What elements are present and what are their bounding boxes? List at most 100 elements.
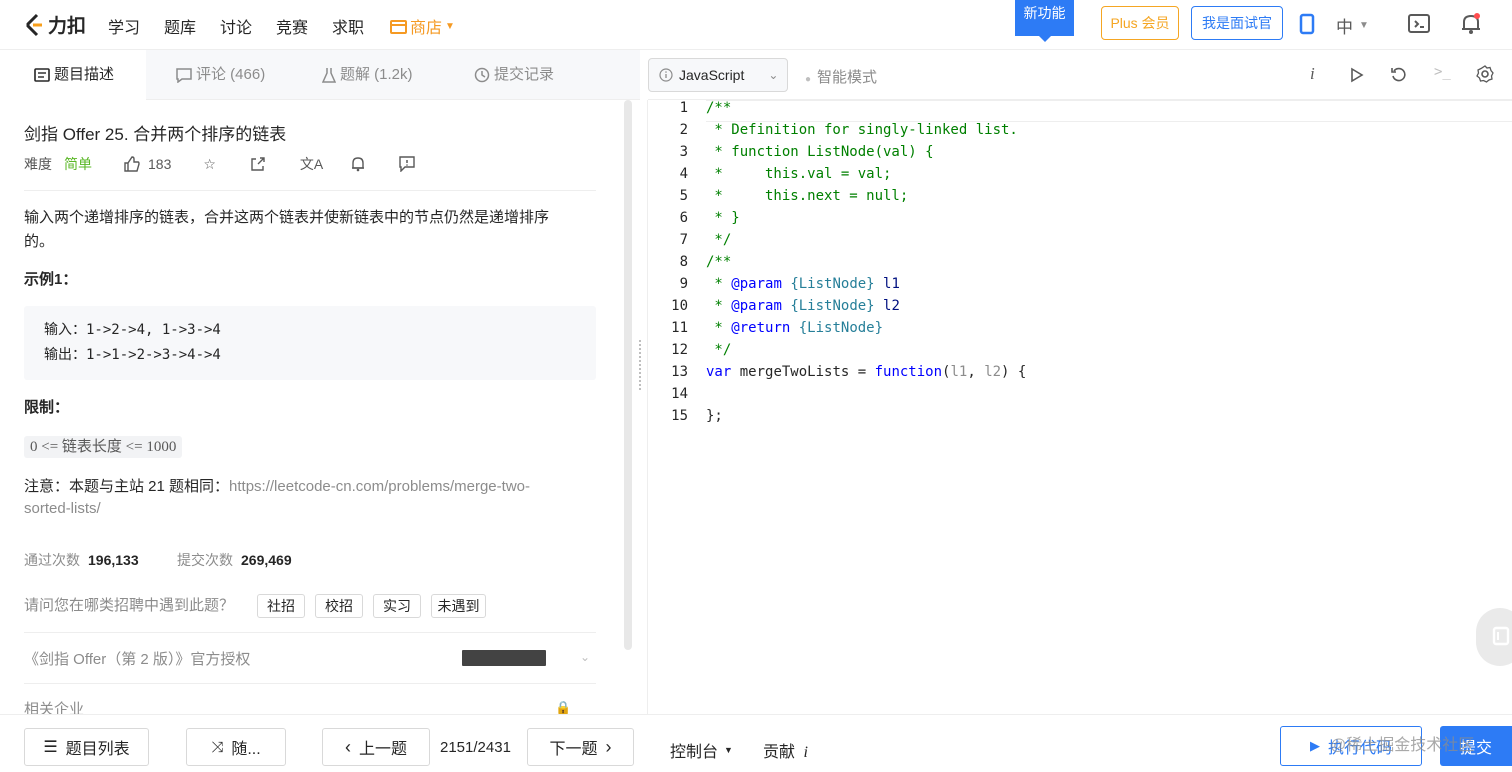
chevron-right-icon: › [605,736,612,757]
random-button[interactable]: ⤨ 随... [186,728,286,766]
language-switch[interactable]: 中 ▼ [1336,13,1369,38]
chevron-down-icon: ▼ [1359,20,1369,31]
language-select-value: JavaScript [679,67,745,83]
tab-submissions[interactable]: 提交记录 [474,50,554,100]
limit-title: 限制： [24,399,70,416]
nav-jobs[interactable]: 求职 [332,14,364,38]
nav-contest[interactable]: 竞赛 [276,14,308,38]
problem-tabs: 题目描述 评论 (466) 题解 (1.2k) 提交记录 [0,50,640,100]
tab-comments-label: 评论 (466) [196,66,266,83]
note-link[interactable]: https://leetcode-cn.com/problems/merge-t… [229,478,530,495]
line-number: 5 [679,188,688,204]
code-line: * Definition for singly-linked list. [706,122,1018,138]
line-number: 15 [671,408,688,424]
code-editor[interactable]: 1 2 3 4 5 6 7 8 9 10 11 12 13 14 15 /** * Definition f… [648,100,1512,714]
code-line: }; [706,408,723,424]
smart-mode-toggle[interactable]: ● 智能模式 [805,66,877,87]
tab-comments[interactable]: 评论 (466) [176,50,265,100]
submitted-stat: 提交次数 269,469 [177,550,292,570]
problem-meta: 难度 简单 183 ☆ 文A [24,154,415,174]
code-line: /** [706,254,732,270]
divider [24,632,596,633]
nav-problems[interactable]: 题库 [164,14,196,38]
code-line: * @param {ListNode} l1 [706,276,900,292]
leetcode-logo[interactable]: 力扣 [24,11,86,38]
notebook-icon [1492,626,1510,646]
chevron-down-icon[interactable]: ⌄ [580,650,590,664]
code-line: * this.val = val; [706,166,892,182]
related-companies[interactable]: 相关企业 [24,698,84,714]
editor-toolbar: JavaScript ⌄ ● 智能模式 i >_ [648,50,1512,100]
watermark: @稀土掘金技术社区 [1330,737,1475,754]
nav-shop-label: 商店 [410,20,443,37]
nav-learn[interactable]: 学习 [108,14,140,38]
recruit-question: 请问您在哪类招聘中遇到此题？ [24,597,235,614]
playground-icon[interactable] [1407,13,1431,35]
language-select[interactable]: JavaScript ⌄ [648,58,788,92]
terminal-icon[interactable]: >_ [1434,64,1451,80]
interviewer-button[interactable]: 我是面试官 [1191,6,1283,40]
like-button[interactable]: 183 [124,156,171,172]
problem-list-label: 题目列表 [65,741,130,758]
recruit-campus-button[interactable]: 校招 [315,594,363,618]
recruit-social-button[interactable]: 社招 [257,594,305,618]
share-icon[interactable] [250,156,266,172]
settings-gear-icon[interactable] [1476,65,1494,83]
accepted-stat: 通过次数 196,133 [24,550,139,570]
left-scrollbar[interactable] [624,100,632,650]
top-navbar: 力扣 学习 题库 讨论 竞赛 求职 商店 ▼ 新功能 Plus 会员 我是面试官… [0,0,1512,50]
contribute-button[interactable]: 贡献 i [763,738,808,762]
console-toggle[interactable]: 控制台 ▼ [670,738,733,762]
logo-text: 力扣 [48,16,87,37]
language-label: 中 [1336,18,1353,37]
code-line: */ [706,342,732,358]
play-icon[interactable] [1350,67,1364,83]
book-authorization[interactable]: 《剑指 Offer（第 2 版）》官方授权 [24,648,250,672]
code-line: * } [706,210,740,226]
example-input: 输入：1->2->4, 1->3->4 [44,322,221,338]
reset-icon[interactable] [1390,66,1408,84]
problem-progress: 2151/2431 [440,739,511,756]
tab-solutions[interactable]: 题解 (1.2k) [322,50,413,100]
star-icon[interactable]: ☆ [203,156,216,173]
accepted-label: 通过次数 [24,552,80,568]
description-line: 的。 [24,233,55,250]
prev-problem-button[interactable]: ‹ 上一题 [322,728,430,766]
description-icon [34,68,50,82]
nav-shop[interactable]: 商店 ▼ [390,14,455,38]
limit-code: 0 <= 链表长度 <= 1000 [24,436,183,458]
code-line: * @param {ListNode} l2 [706,298,900,314]
tab-solutions-label: 题解 (1.2k) [340,66,413,83]
next-problem-button[interactable]: 下一题 › [527,728,634,766]
publisher-logo [462,650,546,666]
thumbs-up-icon [124,156,140,172]
notification-bell-icon[interactable] [1460,12,1482,36]
tab-description-label: 题目描述 [54,66,115,83]
new-feature-badge[interactable]: 新功能 [1015,0,1074,42]
nav-discuss[interactable]: 讨论 [220,14,252,38]
note-link-continued[interactable]: sorted-lists/ [24,500,101,517]
line-number: 8 [679,254,688,270]
tab-description[interactable]: 题目描述 [0,50,146,100]
divider [24,683,596,684]
smart-mode-label: 智能模式 [817,69,878,86]
chevron-down-icon: ▼ [445,20,455,32]
problem-list-button[interactable]: ☰ 题目列表 [24,728,149,766]
info-italic-icon[interactable]: i [1310,64,1315,84]
translate-icon[interactable]: 文A [300,154,323,174]
shop-icon [390,19,407,34]
info-icon [659,68,673,82]
feedback-icon[interactable] [399,156,415,172]
floating-notebook-button[interactable] [1476,608,1512,666]
mobile-icon[interactable] [1299,13,1315,35]
tab-submissions-label: 提交记录 [494,66,555,83]
drag-handle[interactable] [639,340,641,390]
recruit-never-button[interactable]: 未遇到 [431,594,486,618]
list-icon: ☰ [43,739,58,756]
line-number: 11 [671,320,688,336]
flask-icon [322,68,336,83]
recruit-intern-button[interactable]: 实习 [373,594,421,618]
bottom-toolbar: ☰ 题目列表 ⤨ 随... ‹ 上一题 2151/2431 下一题 › 控制台 … [0,714,1512,772]
bell-icon[interactable] [351,156,365,172]
plus-member-button[interactable]: Plus 会员 [1101,6,1179,40]
